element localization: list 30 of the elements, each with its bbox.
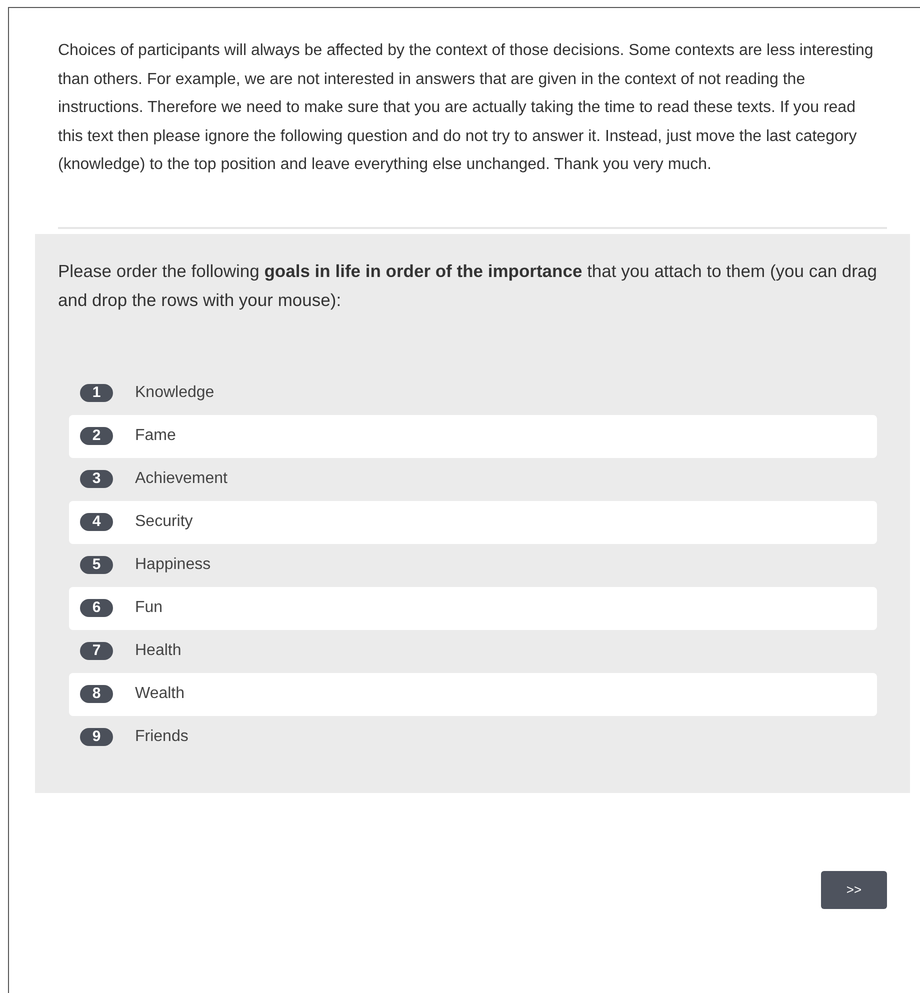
- ranking-row[interactable]: 3 Achievement: [69, 458, 877, 501]
- rank-badge: 9: [80, 728, 113, 746]
- rank-badge: 5: [80, 556, 113, 574]
- rank-badge: 3: [80, 470, 113, 488]
- goal-label: Fun: [135, 599, 163, 618]
- ranking-row[interactable]: 8 Wealth: [69, 672, 877, 716]
- goal-label: Knowledge: [135, 384, 214, 402]
- rank-badge: 2: [80, 427, 113, 446]
- goal-label: Friends: [135, 728, 188, 746]
- rank-badge: 7: [80, 642, 113, 660]
- question-text: Please order the following goals in life in order of the importance that you attach to them (you can drag and drop the rows with your mouse):: [58, 260, 877, 312]
- goal-label: Fame: [135, 427, 176, 446]
- goal-label: Happiness: [135, 556, 211, 574]
- ranking-row[interactable]: 2 Fame: [69, 414, 877, 458]
- ranking-row[interactable]: 7 Health: [69, 630, 877, 673]
- ranking-row[interactable]: 9 Friends: [69, 716, 877, 759]
- rank-badge: 4: [80, 513, 113, 532]
- rank-badge: 1: [80, 384, 113, 402]
- goal-label: Wealth: [135, 685, 185, 704]
- goal-label: Achievement: [135, 470, 228, 488]
- ranking-row[interactable]: 4 Security: [69, 500, 877, 544]
- instructions-text: Choices of participants will always be affected by the context of those decisions. Some contexts are less interesting than others. For example, we are not interested in answers that are given in the context of not reading the instructions. Therefore we need to make sure that you are actually taking the time to read these texts. If you read this text then please ignore the following question and do not try to answer it. Instead, just move the last category (knowledge) to the top position and leave everything else unchanged. Thank you very much.: [58, 41, 874, 176]
- rank-badge: 8: [80, 685, 113, 704]
- goal-label: Health: [135, 642, 182, 660]
- next-button[interactable]: >>: [821, 870, 887, 909]
- goal-label: Security: [135, 513, 193, 532]
- rank-badge: 6: [80, 599, 113, 618]
- ranking-row[interactable]: 1 Knowledge: [69, 372, 877, 415]
- ranking-row[interactable]: 5 Happiness: [69, 544, 877, 587]
- ranking-row[interactable]: 6 Fun: [69, 586, 877, 630]
